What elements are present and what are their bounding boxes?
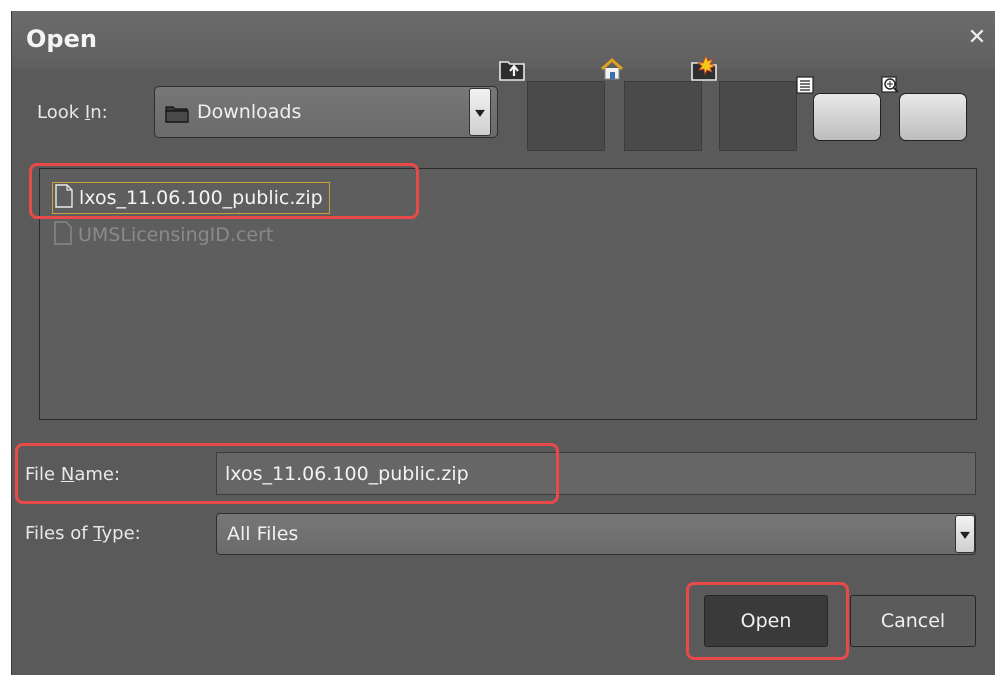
cancel-button[interactable]: Cancel [850,595,976,647]
open-dialog: Open ✕ Look In: Downloads lxos_11.06.100… [11,11,995,675]
file-type-select[interactable]: All Files [216,513,976,555]
file-type-label: Files of Type: [25,523,141,544]
file-list[interactable]: lxos_11.06.100_public.zip UMSLicensingID… [39,168,977,420]
up-one-level-button[interactable] [499,61,605,151]
folder-icon [165,103,189,127]
file-name: lxos_11.06.100_public.zip [79,187,323,209]
new-folder-button[interactable] [691,54,797,151]
dialog-title: Open [26,25,97,53]
chevron-down-icon[interactable] [469,88,491,136]
look-in-label: Look In: [37,102,108,123]
list-item[interactable]: lxos_11.06.100_public.zip [52,182,330,214]
chevron-down-icon[interactable] [955,515,975,553]
file-name-label: File Name: [25,464,121,485]
file-type-value: All Files [227,523,299,545]
file-icon [54,220,72,250]
details-view-button[interactable] [881,76,967,141]
list-item[interactable]: UMSLicensingID.cert [54,219,273,251]
file-icon [55,183,73,213]
open-button[interactable]: Open [704,595,828,647]
home-button[interactable] [600,57,702,151]
close-icon[interactable]: ✕ [964,25,990,51]
file-name-field[interactable]: lxos_11.06.100_public.zip [216,452,976,495]
file-name: UMSLicensingID.cert [78,224,274,246]
list-view-button[interactable] [796,76,881,141]
look-in-combo[interactable]: Downloads [154,86,498,138]
look-in-value: Downloads [197,101,302,123]
